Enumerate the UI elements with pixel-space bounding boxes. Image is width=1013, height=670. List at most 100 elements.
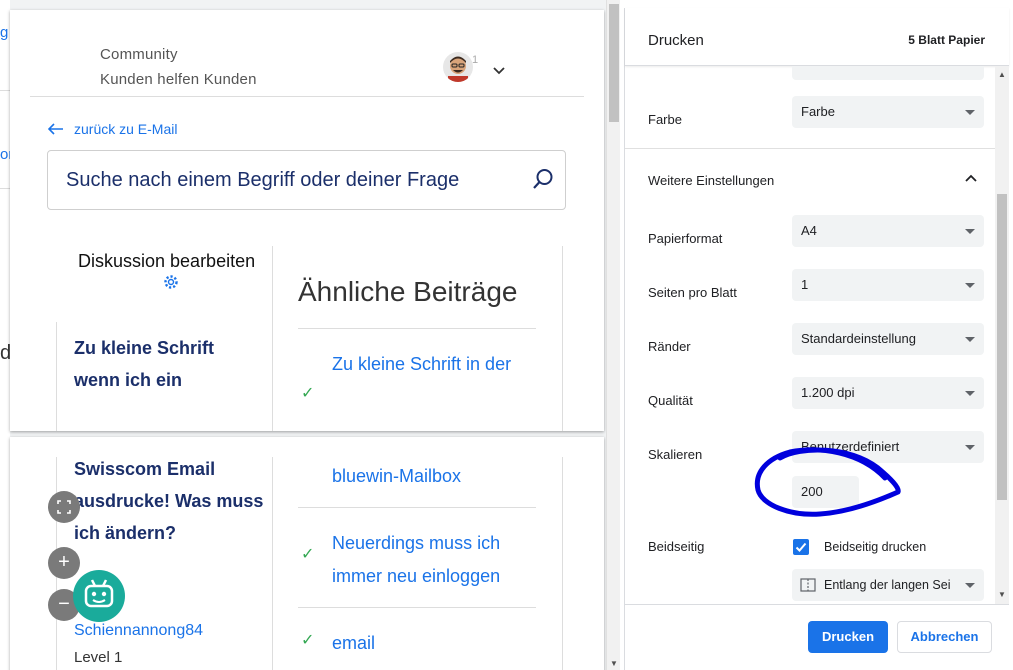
dialog-title: Drucken bbox=[648, 32, 704, 49]
dialog-footer: Drucken Abbrechen bbox=[625, 604, 1009, 670]
thread-title-line: Zu kleine Schrift bbox=[74, 338, 215, 358]
column-divider bbox=[272, 457, 273, 670]
similar-post-line: Neuerdings muss ich bbox=[332, 533, 501, 553]
scale-value: Benutzerdefiniert bbox=[801, 439, 900, 454]
scale-select[interactable]: Benutzerdefiniert bbox=[792, 431, 984, 463]
thread-title-line: ich ändern? bbox=[74, 523, 177, 543]
notification-count: 1 bbox=[472, 54, 479, 66]
chevron-down-icon[interactable] bbox=[492, 64, 506, 78]
duplex-edge-value: Entlang der langen Sei bbox=[824, 578, 951, 592]
avatar[interactable] bbox=[443, 52, 473, 82]
dropdown-arrow-icon bbox=[965, 445, 975, 450]
checkmark-icon bbox=[795, 542, 807, 552]
color-label: Farbe bbox=[648, 112, 682, 127]
margins-value: Standardeinstellung bbox=[801, 331, 916, 346]
similar-post-line: immer neu einloggen bbox=[332, 566, 501, 586]
preview-page-2: Swisscom Email ausdrucke! Was muss ich ä… bbox=[10, 437, 604, 670]
scroll-up-arrow-icon[interactable]: ▲ bbox=[995, 70, 1009, 79]
discussion-edit-heading[interactable]: Diskussion bearbeiten bbox=[78, 251, 255, 272]
destination-select[interactable] bbox=[792, 66, 984, 80]
flip-long-edge-icon bbox=[800, 578, 816, 592]
similar-post-link[interactable]: email bbox=[332, 627, 375, 660]
check-icon: ✓ bbox=[301, 546, 315, 563]
background-divider bbox=[0, 188, 10, 189]
fullscreen-icon bbox=[57, 500, 71, 514]
chatbot-button[interactable] bbox=[73, 570, 125, 622]
duplex-edge-select[interactable]: Entlang der langen Sei bbox=[792, 569, 984, 601]
search-icon[interactable] bbox=[531, 167, 555, 191]
similar-post-link[interactable]: Neuerdings muss ich immer neu einloggen bbox=[332, 527, 500, 593]
robot-icon bbox=[84, 579, 114, 608]
margins-label: Ränder bbox=[648, 339, 691, 354]
quality-select[interactable]: 1.200 dpi bbox=[792, 377, 984, 409]
avatar-face-icon bbox=[448, 56, 468, 82]
scroll-down-arrow-icon[interactable]: ▼ bbox=[607, 659, 621, 668]
column-divider bbox=[562, 457, 563, 670]
settings-divider bbox=[625, 148, 995, 149]
dialog-header: Drucken 5 Blatt Papier bbox=[625, 8, 1009, 66]
paper-size-label: Papierformat bbox=[648, 231, 723, 246]
background-text-fragment: g bbox=[0, 24, 9, 41]
gear-icon[interactable] bbox=[162, 273, 180, 291]
quality-label: Qualität bbox=[648, 393, 693, 408]
duplex-checkbox[interactable] bbox=[793, 539, 809, 555]
pages-per-sheet-select[interactable]: 1 bbox=[792, 269, 984, 301]
scale-label: Skalieren bbox=[648, 447, 703, 462]
dropdown-arrow-icon bbox=[965, 229, 975, 234]
preview-page-1: Community Kunden helfen Kunden 1 zurück … bbox=[10, 10, 604, 431]
color-value: Farbe bbox=[801, 104, 835, 119]
cancel-button[interactable]: Abbrechen bbox=[897, 621, 992, 653]
check-icon: ✓ bbox=[301, 385, 315, 402]
dropdown-arrow-icon bbox=[965, 337, 975, 342]
column-divider bbox=[562, 246, 563, 431]
preview-scrollbar-thumb[interactable] bbox=[609, 4, 619, 122]
color-select[interactable]: Farbe bbox=[792, 96, 984, 128]
dialog-settings: Farbe Farbe Weitere Einstellungen Papier… bbox=[625, 66, 1009, 604]
user-level: Level 1 bbox=[74, 649, 123, 666]
preview-scrollbar[interactable]: ▼ bbox=[606, 0, 620, 670]
thread-title: Zu kleine Schrift wenn ich ein bbox=[74, 332, 214, 396]
back-link[interactable]: zurück zu E-Mail bbox=[48, 121, 177, 137]
community-header: Community Kunden helfen Kunden bbox=[100, 42, 257, 92]
community-subtitle: Kunden helfen Kunden bbox=[100, 71, 257, 88]
fit-to-page-button[interactable] bbox=[48, 491, 80, 523]
similar-post-link[interactable]: Zu kleine Schrift in der bbox=[332, 348, 511, 381]
dropdown-arrow-icon bbox=[965, 110, 975, 115]
similar-posts-heading: Ähnliche Beiträge bbox=[298, 276, 518, 307]
thread-title-line: wenn ich ein bbox=[74, 370, 183, 390]
scale-percent-input[interactable]: 200 bbox=[792, 476, 859, 508]
scroll-down-arrow-icon[interactable]: ▼ bbox=[995, 590, 1009, 599]
search-placeholder: Suche nach einem Begriff oder deiner Fra… bbox=[66, 169, 460, 191]
pages-per-sheet-label: Seiten pro Blatt bbox=[648, 285, 737, 300]
chevron-up-icon[interactable] bbox=[965, 174, 977, 184]
thread-border bbox=[56, 322, 57, 431]
dropdown-arrow-icon bbox=[965, 283, 975, 288]
dropdown-arrow-icon bbox=[965, 391, 975, 396]
print-button[interactable]: Drucken bbox=[808, 621, 888, 653]
background-page: g or d bbox=[0, 0, 13, 670]
arrow-left-icon bbox=[48, 123, 63, 135]
quality-value: 1.200 dpi bbox=[801, 385, 855, 400]
thread-title-line: ausdrucke! Was muss bbox=[74, 491, 264, 511]
print-dialog: Drucken 5 Blatt Papier Farbe Farbe Weite… bbox=[624, 8, 1009, 670]
more-settings-toggle[interactable]: Weitere Einstellungen bbox=[648, 173, 774, 188]
check-icon: ✓ bbox=[301, 632, 315, 649]
duplex-checkbox-label[interactable]: Beidseitig drucken bbox=[824, 540, 926, 554]
back-link-label: zurück zu E-Mail bbox=[74, 121, 178, 137]
similar-post-link[interactable]: bluewin-Mailbox bbox=[332, 460, 461, 493]
similar-divider bbox=[298, 507, 536, 508]
pages-per-sheet-value: 1 bbox=[801, 277, 809, 292]
similar-divider bbox=[298, 607, 536, 608]
dialog-scrollbar-thumb[interactable] bbox=[997, 194, 1007, 500]
paper-size-select[interactable]: A4 bbox=[792, 215, 984, 247]
community-title: Community bbox=[100, 46, 178, 63]
search-input[interactable]: Suche nach einem Begriff oder deiner Fra… bbox=[47, 150, 566, 210]
thread-title: Swisscom Email ausdrucke! Was muss ich ä… bbox=[74, 453, 263, 549]
background-divider bbox=[0, 90, 10, 91]
dropdown-arrow-icon bbox=[965, 583, 975, 588]
user-name-link[interactable]: Schiennannong84 bbox=[74, 622, 203, 640]
dialog-scrollbar[interactable]: ▲ ▼ bbox=[995, 66, 1009, 604]
column-divider bbox=[272, 246, 273, 431]
margins-select[interactable]: Standardeinstellung bbox=[792, 323, 984, 355]
thread-title-line: Swisscom Email bbox=[74, 459, 216, 479]
